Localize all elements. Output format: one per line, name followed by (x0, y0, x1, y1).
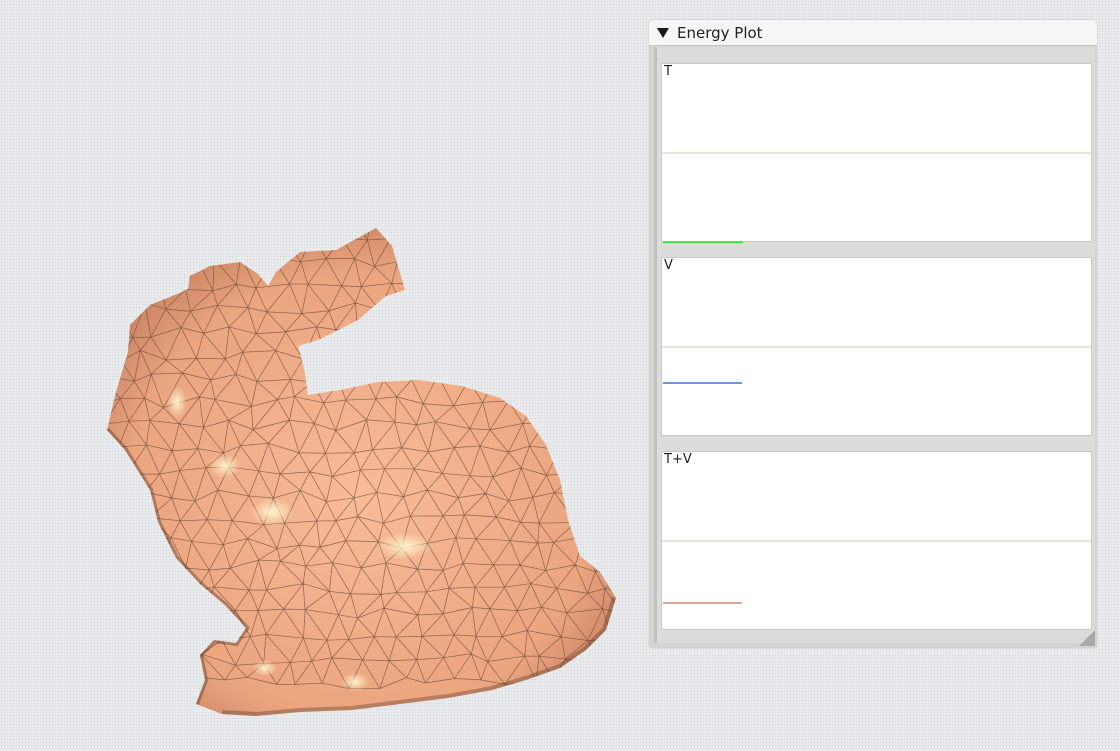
resize-grip[interactable] (1079, 630, 1095, 646)
plot-container: T V T+V (654, 47, 1095, 643)
triangle-down-icon[interactable] (657, 28, 669, 38)
plot-tv: T+V (661, 451, 1092, 630)
energy-plot-panel: Energy Plot T V T+V (649, 20, 1097, 648)
plot-v: V (661, 257, 1092, 436)
panel-title: Energy Plot (677, 23, 763, 42)
3d-viewport[interactable] (0, 0, 640, 751)
bunny-mesh[interactable] (0, 0, 640, 751)
plot-t: T (661, 63, 1092, 243)
energy-plot-header[interactable]: Energy Plot (649, 20, 1097, 46)
